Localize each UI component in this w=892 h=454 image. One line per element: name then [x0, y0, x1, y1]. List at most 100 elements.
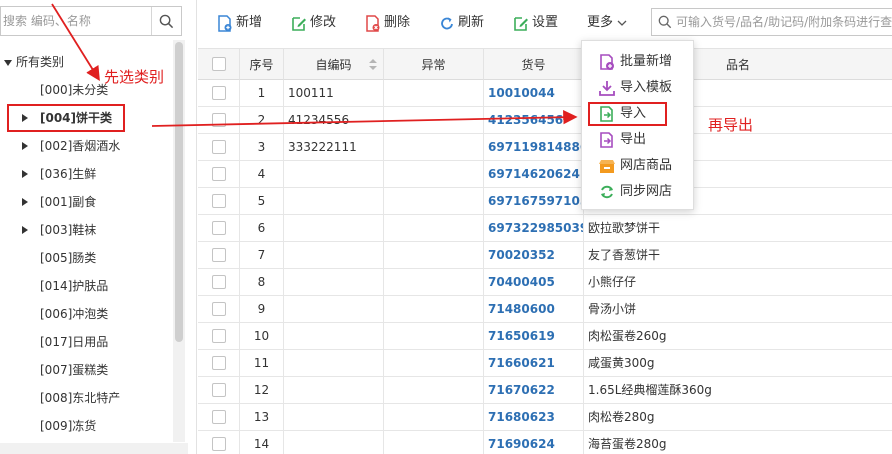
product-search-box [651, 8, 892, 36]
refresh-label: 刷新 [458, 15, 485, 30]
abnormal-cell [384, 269, 484, 296]
tree-item-007[interactable]: [007]蛋糕类 [0, 360, 172, 380]
menu-item-sync-online-store[interactable]: 同步网店 [598, 181, 672, 203]
more-button[interactable]: 更多 [587, 12, 628, 34]
tree-item-014[interactable]: [014]护肤品 [0, 276, 172, 296]
tree-item-label: [002]香烟酒水 [40, 139, 121, 153]
delete-button[interactable]: 删除 [365, 12, 410, 34]
menu-item-export[interactable]: 导出 [598, 129, 646, 151]
menu-item-import-template[interactable]: 导入模板 [598, 77, 672, 99]
tree-item-017[interactable]: [017]日用品 [0, 332, 172, 352]
seq-cell: 1 [240, 80, 284, 107]
product-grid: 序号 自编码 异常 货号 品名 110011110010044馒头2412345… [198, 48, 892, 454]
row-checkbox[interactable] [212, 356, 226, 370]
sort-icon[interactable] [369, 59, 377, 71]
scrollbar-thumb[interactable] [175, 42, 183, 342]
code-cell [284, 188, 384, 215]
tree-item-label: [017]日用品 [40, 335, 109, 349]
download-icon [599, 81, 615, 96]
menu-item-label: 批量新增 [620, 54, 673, 69]
code-cell [284, 350, 384, 377]
row-checkbox[interactable] [212, 275, 226, 289]
row-checkbox[interactable] [212, 194, 226, 208]
add-button[interactable]: 新增 [217, 12, 262, 34]
column-header-seq[interactable]: 序号 [240, 48, 284, 80]
abnormal-cell [384, 404, 484, 431]
row-checkbox[interactable] [212, 329, 226, 343]
code-cell: 41234556 [284, 107, 384, 134]
expand-down-icon[interactable] [4, 60, 12, 66]
tree-item-002[interactable]: [002]香烟酒水 [0, 136, 172, 156]
app-window: 所有类别 [000]未分类 [004]饼干类 [002]香烟酒水 [036]生鲜… [0, 0, 892, 454]
edit-button[interactable]: 修改 [291, 12, 336, 34]
category-search-button[interactable] [151, 7, 181, 35]
menu-item-online-store-products[interactable]: 网店商品 [598, 155, 672, 177]
sku-cell: 71650619 [484, 323, 584, 350]
row-select-cell [198, 377, 240, 404]
tree-item-036[interactable]: [036]生鲜 [0, 164, 172, 184]
name-cell: 咸蛋黄300g [584, 350, 892, 377]
name-cell: 肉松蛋卷260g [584, 323, 892, 350]
column-header-sku[interactable]: 货号 [484, 48, 584, 80]
seq-cell: 7 [240, 242, 284, 269]
tree-item-label: [008]东北特产 [40, 391, 121, 405]
expand-right-icon[interactable] [22, 198, 28, 206]
category-vertical-scrollbar[interactable] [173, 40, 185, 442]
abnormal-cell [384, 350, 484, 377]
row-select-cell [198, 296, 240, 323]
row-checkbox[interactable] [212, 410, 226, 424]
row-checkbox[interactable] [212, 140, 226, 154]
seq-cell: 12 [240, 377, 284, 404]
seq-cell: 2 [240, 107, 284, 134]
sku-cell: 6971462062414 [484, 161, 584, 188]
name-cell: 小熊仔仔 [584, 269, 892, 296]
column-header-label: 货号 [521, 57, 546, 72]
sku-cell: 10010044 [484, 80, 584, 107]
tree-item-003[interactable]: [003]鞋袜 [0, 220, 172, 240]
code-cell [284, 215, 384, 242]
code-cell [284, 242, 384, 269]
row-checkbox[interactable] [212, 167, 226, 181]
annotation-step1-text: 先选类别 [104, 68, 165, 86]
row-select-cell [198, 323, 240, 350]
tree-item-label: [006]冲泡类 [40, 307, 109, 321]
row-checkbox[interactable] [212, 383, 226, 397]
row-checkbox[interactable] [212, 86, 226, 100]
tree-item-001[interactable]: [001]副食 [0, 192, 172, 212]
toolbar: 新增 修改 删除 刷新 设置 更多 可输入货号/品名/助记码/附加条码进行查 [197, 0, 892, 44]
expand-right-icon[interactable] [22, 170, 28, 178]
abnormal-cell [384, 377, 484, 404]
name-cell: 1.65L经典榴莲酥360g [584, 377, 892, 404]
row-checkbox[interactable] [212, 437, 226, 451]
abnormal-cell [384, 242, 484, 269]
category-horizontal-scrollbar[interactable] [0, 443, 188, 454]
settings-button[interactable]: 设置 [513, 12, 558, 34]
expand-right-icon[interactable] [22, 142, 28, 150]
select-all-checkbox[interactable] [212, 57, 226, 71]
name-cell: 友了香葱饼干 [584, 242, 892, 269]
product-search-input[interactable] [676, 9, 892, 35]
row-checkbox[interactable] [212, 221, 226, 235]
refresh-button[interactable]: 刷新 [439, 12, 484, 34]
annotation-box-import [588, 102, 667, 126]
column-header-code[interactable]: 自编码 [284, 48, 384, 80]
category-search-input[interactable] [1, 7, 149, 35]
row-checkbox[interactable] [212, 302, 226, 316]
seq-cell: 9 [240, 296, 284, 323]
row-checkbox[interactable] [212, 113, 226, 127]
row-checkbox[interactable] [212, 248, 226, 262]
seq-cell: 10 [240, 323, 284, 350]
menu-item-batch-add[interactable]: 批量新增 [598, 51, 672, 73]
column-header-label: 序号 [249, 57, 274, 72]
code-cell [284, 296, 384, 323]
tree-item-005[interactable]: [005]肠类 [0, 248, 172, 268]
tree-item-006[interactable]: [006]冲泡类 [0, 304, 172, 324]
abnormal-cell [384, 188, 484, 215]
settings-edit-icon [514, 16, 528, 31]
tree-item-009[interactable]: [009]冻货 [0, 416, 172, 436]
column-header-label: 自编码 [315, 57, 352, 72]
tree-item-008[interactable]: [008]东北特产 [0, 388, 172, 408]
expand-right-icon[interactable] [22, 226, 28, 234]
code-cell [284, 404, 384, 431]
column-header-abnormal[interactable]: 异常 [384, 48, 484, 80]
